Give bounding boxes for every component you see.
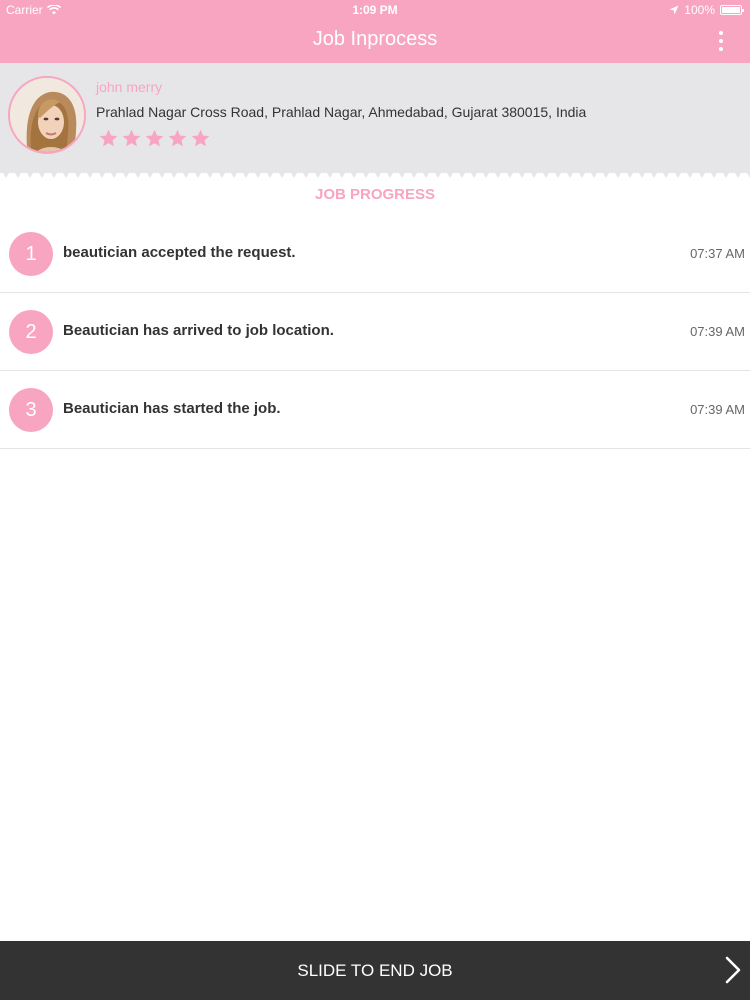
step-number-badge: 1 bbox=[9, 232, 53, 276]
progress-step: 3 Beautician has started the job. 07:39 AM bbox=[0, 371, 750, 449]
star-icon bbox=[99, 129, 118, 147]
more-vertical-icon[interactable] bbox=[718, 31, 724, 51]
zigzag-divider bbox=[0, 168, 750, 178]
star-icon bbox=[122, 129, 141, 147]
status-right: 100% bbox=[669, 3, 744, 17]
customer-address: Prahlad Nagar Cross Road, Prahlad Nagar,… bbox=[96, 104, 587, 120]
chevron-right-icon[interactable] bbox=[724, 955, 742, 985]
page-title: Job Inprocess bbox=[312, 28, 438, 50]
rating-stars bbox=[98, 128, 211, 149]
status-time: 1:09 PM bbox=[352, 3, 398, 17]
battery-percent: 100% bbox=[684, 3, 715, 17]
step-time: 07:37 AM bbox=[690, 246, 745, 261]
top-app-bar: Carrier 1:09 PM 100% Job Inprocess bbox=[0, 0, 750, 63]
slide-label: SLIDE TO END JOB bbox=[297, 961, 453, 980]
avatar bbox=[8, 76, 86, 154]
step-description: Beautician has arrived to job location. bbox=[63, 322, 334, 339]
star-icon bbox=[191, 129, 210, 147]
step-time: 07:39 AM bbox=[690, 402, 745, 417]
location-arrow-icon bbox=[669, 5, 679, 15]
section-title: JOB PROGRESS bbox=[314, 186, 436, 203]
status-bar: Carrier 1:09 PM 100% bbox=[0, 0, 750, 20]
step-number-badge: 3 bbox=[9, 388, 53, 432]
star-icon bbox=[145, 129, 164, 147]
step-number-badge: 2 bbox=[9, 310, 53, 354]
battery-icon bbox=[720, 5, 744, 15]
step-description: beautician accepted the request. bbox=[63, 244, 296, 261]
slide-to-end-job-button[interactable]: SLIDE TO END JOB bbox=[0, 941, 750, 1000]
progress-step: 2 Beautician has arrived to job location.… bbox=[0, 293, 750, 371]
step-description: Beautician has started the job. bbox=[63, 400, 281, 417]
step-time: 07:39 AM bbox=[690, 324, 745, 339]
star-icon bbox=[168, 129, 187, 147]
customer-name: john merry bbox=[96, 79, 163, 95]
progress-step: 1 beautician accepted the request. 07:37 A… bbox=[0, 215, 750, 293]
